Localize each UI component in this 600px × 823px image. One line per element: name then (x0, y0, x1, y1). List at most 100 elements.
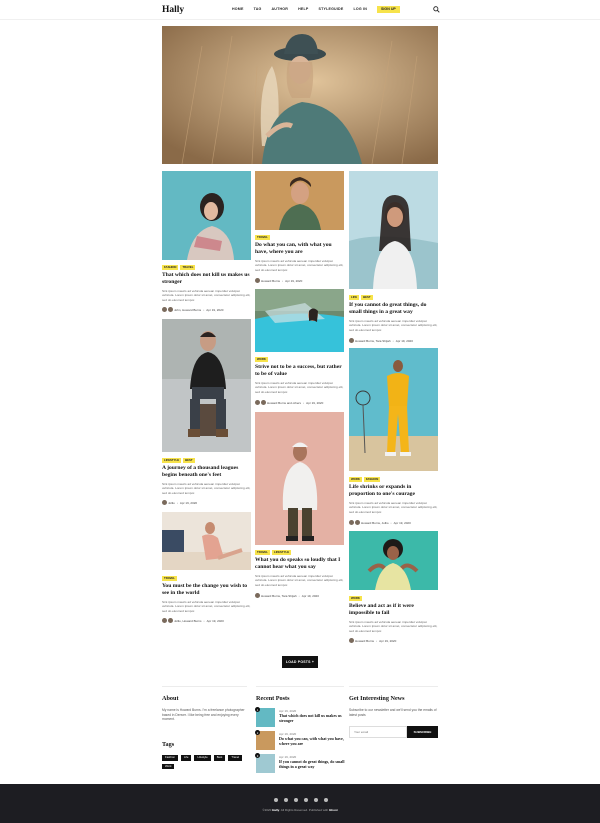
author-avatar[interactable] (349, 338, 354, 343)
recent-post-title[interactable]: That which does not kill us makes us str… (279, 713, 346, 723)
tag-button[interactable]: Work (162, 763, 175, 769)
post-excerpt: Sint ipsum mauris ad vehicula aenean imp… (349, 501, 438, 514)
post-tag[interactable]: LIFE (349, 295, 360, 300)
post-title[interactable]: Do what you can, with what you have, whe… (255, 242, 344, 257)
post-authors[interactable]: Jollio, Howard Burns (174, 619, 202, 623)
author-avatar[interactable] (255, 593, 260, 598)
post-authors[interactable]: Howard Burns and others (267, 401, 301, 405)
post-tag[interactable]: BEST (361, 295, 373, 300)
post-tag[interactable]: LIFESTYLE (271, 550, 292, 555)
post-authors[interactable]: Howard Burns, Jollio (361, 521, 389, 525)
copyright-platform[interactable]: Ghost (329, 808, 338, 812)
author-avatar[interactable] (349, 638, 354, 643)
author-avatar[interactable] (255, 278, 260, 283)
author-avatar[interactable] (168, 307, 173, 312)
post-tag[interactable]: WORK (349, 477, 362, 482)
nav-styleguide[interactable]: STYLEGUIDE (318, 6, 343, 13)
featured-image[interactable] (162, 26, 438, 164)
post-tag[interactable]: LIFESTYLE (162, 458, 182, 463)
post-image[interactable] (255, 171, 344, 230)
recent-post-item[interactable]: 3 Apr 19, 2020 If you cannot do great th… (255, 753, 346, 774)
post-tag[interactable]: WORK (255, 357, 268, 362)
signup-button[interactable]: SIGN UP (377, 6, 400, 13)
post-date: Apr 19, 2020 (206, 618, 224, 623)
author-avatar[interactable] (168, 618, 173, 623)
load-more-button[interactable]: LOAD POSTS + (282, 656, 318, 668)
author-avatar[interactable] (355, 520, 360, 525)
post-authors[interactable]: John, Howard Burns (174, 308, 201, 312)
author-avatar[interactable] (349, 520, 354, 525)
tag-button[interactable]: Lifestyle (194, 755, 211, 761)
post-title[interactable]: If you cannot do great things, do small … (349, 302, 438, 317)
site-logo[interactable]: Hally (162, 5, 184, 15)
post-image[interactable] (349, 531, 438, 590)
tag-button[interactable]: Fashion (162, 755, 178, 761)
copyright-year: ©2020 (262, 808, 272, 812)
post-tag[interactable]: TRAVEL (162, 576, 177, 581)
post-tag[interactable]: TRAVEL (255, 550, 270, 555)
recent-post-item[interactable]: 1 Apr 19, 2020 That which does not kill … (255, 707, 346, 728)
post-date: Apr 19, 2020 (179, 500, 198, 505)
post-authors[interactable]: Howard Burns (261, 279, 280, 283)
email-field[interactable] (349, 726, 407, 738)
nav-home[interactable]: HOME (232, 6, 244, 13)
author-avatar[interactable] (162, 500, 167, 505)
post-image[interactable] (162, 512, 251, 570)
about-title: About (162, 695, 179, 702)
post-image[interactable] (162, 171, 251, 260)
newsletter-text: Subscribe to our newsletter and we'll se… (349, 708, 437, 717)
post-image[interactable] (255, 412, 344, 545)
post-meta: Jollio • Apr 19, 2020 (162, 500, 197, 505)
search-icon[interactable] (433, 6, 440, 13)
post-authors[interactable]: Howard Burns, Tara Shijah (261, 594, 297, 598)
author-avatar[interactable] (162, 618, 167, 623)
nav-help[interactable]: HELP (298, 6, 308, 13)
youtube-icon[interactable] (324, 798, 328, 802)
tag-button[interactable]: Best (213, 755, 226, 761)
author-avatar[interactable] (261, 400, 266, 405)
post-authors[interactable]: Jollio (168, 501, 175, 505)
post-tag[interactable]: TRAVEL (255, 235, 270, 240)
post-title[interactable]: A journey of a thousand leagues begins b… (162, 465, 251, 480)
post-authors[interactable]: Howard Burns, Tara Shijah (355, 339, 391, 343)
recent-post-item[interactable]: 2 Apr 19, 2020 Do what you can, with wha… (255, 730, 346, 751)
post-image[interactable] (255, 289, 344, 352)
post-tag[interactable]: WORK (349, 596, 362, 601)
pinterest-icon[interactable] (304, 798, 308, 802)
post-meta: Jollio, Howard Burns • Apr 19, 2020 (162, 618, 224, 623)
nav-tag[interactable]: TAG (254, 6, 262, 13)
post-tag[interactable]: FASHION (162, 265, 179, 270)
post-tag[interactable]: TRAVEL (180, 265, 196, 270)
post-tag[interactable]: FASHION (363, 477, 381, 482)
post-date: Apr 19, 2020 (395, 338, 413, 343)
divider (256, 686, 344, 687)
facebook-icon[interactable] (284, 798, 288, 802)
post-meta: Howard Burns • Apr 19, 2020 (349, 638, 396, 643)
post-title[interactable]: Strive not to be a success, but rather t… (255, 364, 344, 379)
post-image[interactable] (349, 348, 438, 471)
tag-button[interactable]: Travel (228, 755, 243, 761)
post-tag[interactable]: BEST (183, 458, 195, 463)
post-image[interactable] (349, 171, 438, 289)
post-image[interactable] (162, 319, 251, 452)
post-title[interactable]: Believe and act as if it were impossible… (349, 603, 438, 618)
instagram-icon[interactable] (294, 798, 298, 802)
author-avatar[interactable] (162, 307, 167, 312)
post-meta: Howard Burns • Apr 19, 2020 (255, 278, 302, 283)
author-avatar[interactable] (255, 400, 260, 405)
nav-login[interactable]: LOG IN (353, 6, 367, 13)
nav-author[interactable]: AUTHOR (272, 6, 289, 13)
recent-post-title[interactable]: Do what you can, with what you have, whe… (279, 736, 346, 746)
recent-post-title[interactable]: If you cannot do great things, do small … (279, 759, 346, 769)
post-title[interactable]: Life shrinks or expands in proportion to… (349, 484, 438, 499)
post-excerpt: Sint ipsum mauris ad vehicula aenean imp… (255, 259, 344, 272)
rss-icon[interactable] (314, 798, 318, 802)
post-title[interactable]: That which does not kill us makes us str… (162, 272, 251, 287)
subscribe-button[interactable]: SUBSCRIBE (407, 726, 438, 738)
post-excerpt: Sint ipsum mauris ad vehicula aenean imp… (349, 620, 438, 633)
twitter-icon[interactable] (274, 798, 278, 802)
tag-button[interactable]: Life (180, 755, 192, 761)
post-title[interactable]: You must be the change you wish to see i… (162, 583, 251, 598)
post-authors[interactable]: Howard Burns (355, 639, 374, 643)
post-title[interactable]: What you do speaks so loudly that I cann… (255, 557, 344, 572)
